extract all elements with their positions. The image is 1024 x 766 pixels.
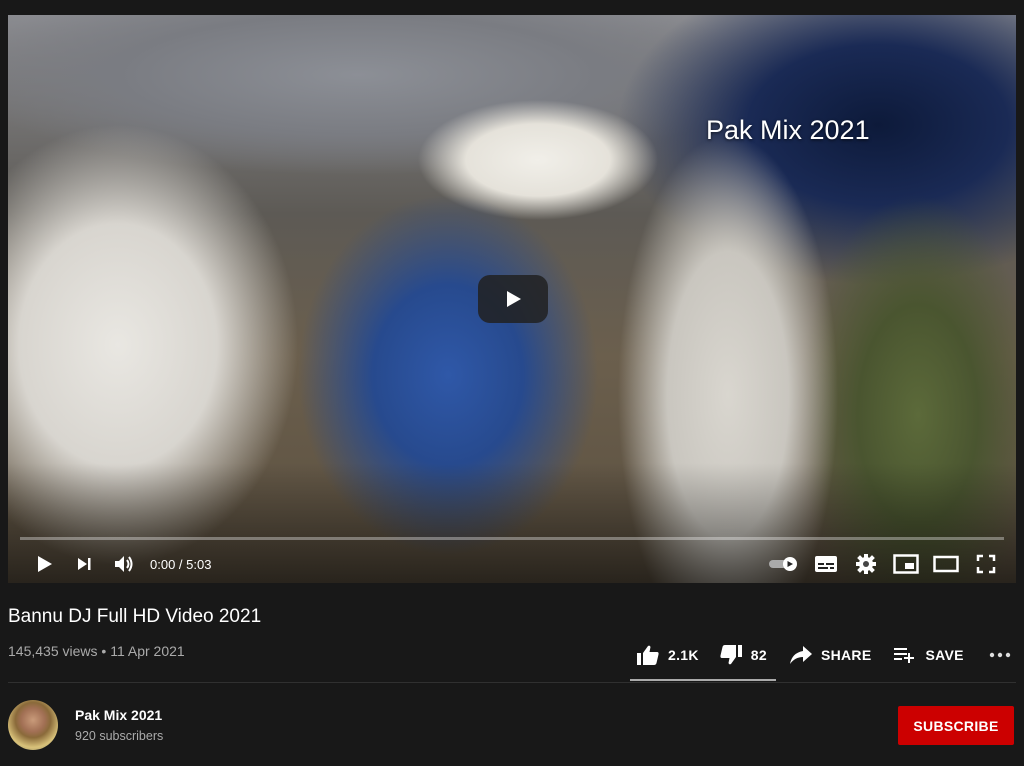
miniplayer-icon bbox=[893, 554, 919, 574]
autoplay-toggle[interactable] bbox=[762, 545, 806, 583]
share-icon bbox=[789, 646, 812, 664]
channel-avatar[interactable] bbox=[8, 700, 58, 750]
play-icon bbox=[38, 556, 52, 572]
video-player[interactable]: Pak Mix 2021 0:00 / 5:03 bbox=[8, 15, 1016, 583]
divider bbox=[8, 682, 1016, 683]
share-button[interactable]: SHARE bbox=[789, 645, 872, 665]
share-label: SHARE bbox=[820, 647, 872, 663]
like-button[interactable]: 2.1K bbox=[636, 644, 699, 666]
like-ratio-bar bbox=[630, 679, 776, 681]
fullscreen-button[interactable] bbox=[966, 545, 1006, 583]
settings-button[interactable] bbox=[846, 545, 886, 583]
subtitles-icon bbox=[815, 556, 837, 572]
progress-bar[interactable] bbox=[20, 537, 1004, 540]
video-actions: 2.1K 82 SHARE SAVE bbox=[630, 638, 1012, 672]
settings-icon bbox=[856, 554, 876, 574]
subscriber-count: 920 subscribers bbox=[75, 729, 164, 743]
play-button[interactable] bbox=[24, 545, 64, 583]
next-icon bbox=[78, 558, 91, 570]
time-display: 0:00 / 5:03 bbox=[150, 556, 212, 572]
save-button[interactable]: SAVE bbox=[893, 645, 963, 665]
view-count: 145,435 views bbox=[8, 643, 98, 659]
channel-name[interactable]: Pak Mix 2021 bbox=[75, 707, 162, 723]
next-button[interactable] bbox=[64, 545, 104, 583]
autoplay-toggle-icon bbox=[769, 557, 797, 571]
dislike-icon bbox=[720, 645, 742, 665]
like-icon bbox=[637, 645, 659, 665]
video-watermark: Pak Mix 2021 bbox=[706, 115, 870, 145]
volume-button[interactable] bbox=[104, 545, 144, 583]
video-title: Bannu DJ Full HD Video 2021 bbox=[8, 606, 262, 627]
more-icon bbox=[989, 652, 1010, 658]
video-meta: 145,435 views • 11 Apr 2021 bbox=[8, 643, 185, 659]
save-icon bbox=[894, 648, 915, 663]
play-icon bbox=[507, 291, 521, 307]
like-count: 2.1K bbox=[668, 647, 699, 663]
theater-mode-button[interactable] bbox=[926, 545, 966, 583]
volume-icon bbox=[115, 556, 133, 572]
meta-separator: • bbox=[101, 643, 107, 659]
upload-date: 11 Apr 2021 bbox=[110, 643, 185, 659]
more-actions-button[interactable] bbox=[988, 651, 1012, 659]
subscribe-button[interactable]: SUBSCRIBE bbox=[898, 706, 1014, 745]
dislike-button[interactable]: 82 bbox=[719, 644, 767, 666]
dislike-count: 82 bbox=[750, 647, 767, 663]
miniplayer-button[interactable] bbox=[886, 545, 926, 583]
theater-icon bbox=[933, 555, 959, 573]
large-play-button[interactable] bbox=[478, 275, 548, 323]
save-label: SAVE bbox=[925, 647, 964, 663]
fullscreen-icon bbox=[976, 554, 996, 574]
subtitles-button[interactable] bbox=[806, 545, 846, 583]
player-controls: 0:00 / 5:03 bbox=[8, 545, 1016, 583]
